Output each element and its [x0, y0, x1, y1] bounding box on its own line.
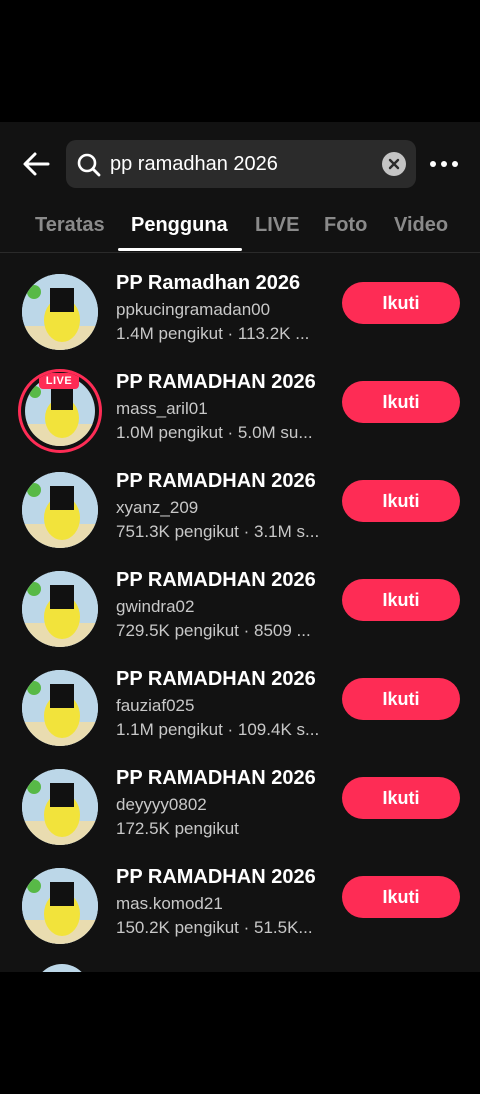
list-item[interactable]: PP RAMADHAN 2026 xyanz_209 751.3K pengik…	[0, 466, 480, 564]
follow-button[interactable]: Ikuti	[342, 381, 460, 423]
user-stats: 172.5K pengikut	[116, 819, 239, 838]
user-handle: xyanz_209	[116, 498, 199, 517]
follow-button[interactable]: Ikuti	[342, 777, 460, 819]
user-handle: mas.komod21	[116, 894, 223, 913]
avatar[interactable]	[22, 868, 98, 944]
tab-teratas[interactable]: Teratas	[35, 214, 105, 237]
user-display-name: PP RAMADHAN 2026	[116, 668, 316, 690]
tab-live[interactable]: LIVE	[255, 214, 299, 237]
avatar[interactable]	[22, 769, 98, 845]
user-handle: gwindra02	[116, 597, 195, 616]
live-badge: LIVE	[39, 373, 79, 389]
list-item[interactable]: PP Ramadhan 2026 ppkucingramadan00 1.4M …	[0, 268, 480, 366]
avatar	[34, 964, 90, 972]
search-input[interactable]	[110, 140, 374, 188]
user-stats: 1.0M pengikut · 5.0M su...	[116, 423, 313, 442]
tab-foto[interactable]: Foto	[324, 214, 367, 237]
search-icon	[76, 152, 102, 178]
avatar[interactable]	[22, 274, 98, 350]
user-display-name: PP RAMADHAN 2026	[116, 470, 316, 492]
list-item[interactable]: PP RAMADHAN 2026 gwindra02 729.5K pengik…	[0, 565, 480, 663]
search-bar[interactable]	[66, 140, 416, 188]
tab-pengguna[interactable]: Pengguna	[131, 214, 228, 237]
user-stats: 729.5K pengikut · 8509 ...	[116, 621, 311, 640]
tab-bar: Teratas Pengguna LIVE Foto Video	[0, 202, 480, 253]
user-display-name: PP Ramadhan 2026	[116, 272, 301, 294]
clear-icon[interactable]	[381, 151, 407, 177]
user-stats: 1.1M pengikut · 109.4K s...	[116, 720, 320, 739]
user-display-name: PP RAMADHAN 2026	[116, 767, 316, 789]
follow-button[interactable]: Ikuti	[342, 579, 460, 621]
user-handle: ppkucingramadan00	[116, 300, 271, 319]
follow-button[interactable]: Ikuti	[342, 480, 460, 522]
active-tab-indicator	[118, 248, 242, 251]
list-item[interactable]: PP RAMADHAN 2026 mas.komod21 150.2K peng…	[0, 862, 480, 960]
user-stats: 1.4M pengikut · 113.2K ...	[116, 324, 310, 343]
back-arrow-icon[interactable]	[18, 146, 58, 182]
user-display-name: PP RAMADHAN 2026	[116, 866, 316, 888]
avatar[interactable]	[22, 670, 98, 746]
user-handle: deyyyy0802	[116, 795, 207, 814]
user-display-name: PP RAMADHAN 2026	[116, 371, 316, 393]
user-handle: fauziaf025	[116, 696, 195, 715]
follow-button[interactable]: Ikuti	[342, 282, 460, 324]
avatar[interactable]	[22, 472, 98, 548]
avatar[interactable]	[22, 571, 98, 647]
avatar[interactable]: LIVE	[18, 369, 102, 453]
follow-button[interactable]: Ikuti	[342, 876, 460, 918]
tab-video[interactable]: Video	[394, 214, 448, 237]
more-options-icon[interactable]	[426, 152, 462, 176]
follow-button[interactable]: Ikuti	[342, 678, 460, 720]
user-display-name: PP RAMADHAN 2026	[116, 569, 316, 591]
list-item[interactable]: LIVE PP RAMADHAN 2026 mass_aril01 1.0M p…	[0, 367, 480, 465]
list-item[interactable]: PP RAMADHAN 2026 deyyyy0802 172.5K pengi…	[0, 763, 480, 861]
list-item[interactable]: PP RAMADHAN 2026 fauziaf025 1.1M pengiku…	[0, 664, 480, 762]
top-bar	[0, 140, 480, 188]
user-stats: 751.3K pengikut · 3.1M s...	[116, 522, 320, 541]
search-results-screen: Teratas Pengguna LIVE Foto Video PP Rama…	[0, 122, 480, 972]
user-stats: 150.2K pengikut · 51.5K...	[116, 918, 313, 937]
user-handle: mass_aril01	[116, 399, 208, 418]
